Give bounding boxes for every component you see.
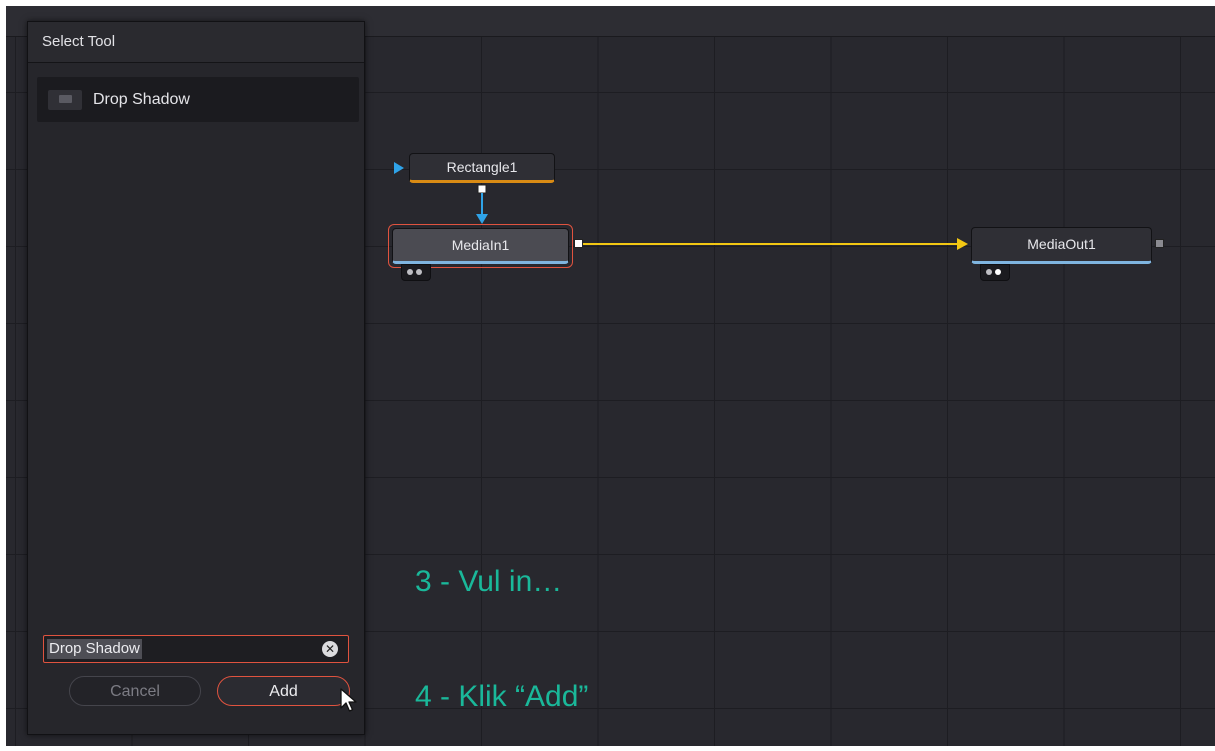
select-tool-dialog: Select Tool Drop Shadow Drop Shadow ✕ Ca…	[27, 21, 365, 735]
mouse-pointer-icon	[340, 688, 357, 712]
search-input-value: Drop Shadow	[47, 639, 142, 659]
view2-dot-icon	[416, 269, 422, 275]
mediaout1-view-toggle[interactable]	[980, 264, 1010, 281]
mediaout1-node[interactable]: MediaOut1	[971, 227, 1152, 264]
mediain1-node[interactable]: MediaIn1	[392, 228, 569, 264]
drop-shadow-tool-icon	[48, 90, 82, 110]
view1-dot-icon	[407, 269, 413, 275]
view2-dot-icon	[995, 269, 1001, 275]
mediain1-label: MediaIn1	[451, 237, 510, 253]
rectangle1-node[interactable]: Rectangle1	[409, 153, 555, 183]
mediain1-output-port[interactable]	[574, 239, 583, 248]
mediaout1-label: MediaOut1	[1027, 236, 1096, 252]
add-button[interactable]: Add	[217, 676, 350, 706]
rectangle1-label: Rectangle1	[446, 159, 518, 175]
cancel-button[interactable]: Cancel	[69, 676, 201, 706]
mediaout1-output-port[interactable]	[1155, 239, 1164, 248]
mediain1-view-toggle[interactable]	[401, 264, 431, 281]
dialog-title: Select Tool	[28, 22, 364, 63]
tool-result-item[interactable]: Drop Shadow	[37, 77, 359, 122]
clear-icon[interactable]: ✕	[322, 641, 338, 657]
view1-dot-icon	[986, 269, 992, 275]
annotation-step3: 3 - Vul in…	[415, 565, 563, 598]
tool-result-label: Drop Shadow	[93, 91, 190, 108]
annotation-step4: 4 - Klik “Add”	[415, 680, 589, 713]
tool-search-input[interactable]: Drop Shadow ✕	[43, 635, 349, 663]
